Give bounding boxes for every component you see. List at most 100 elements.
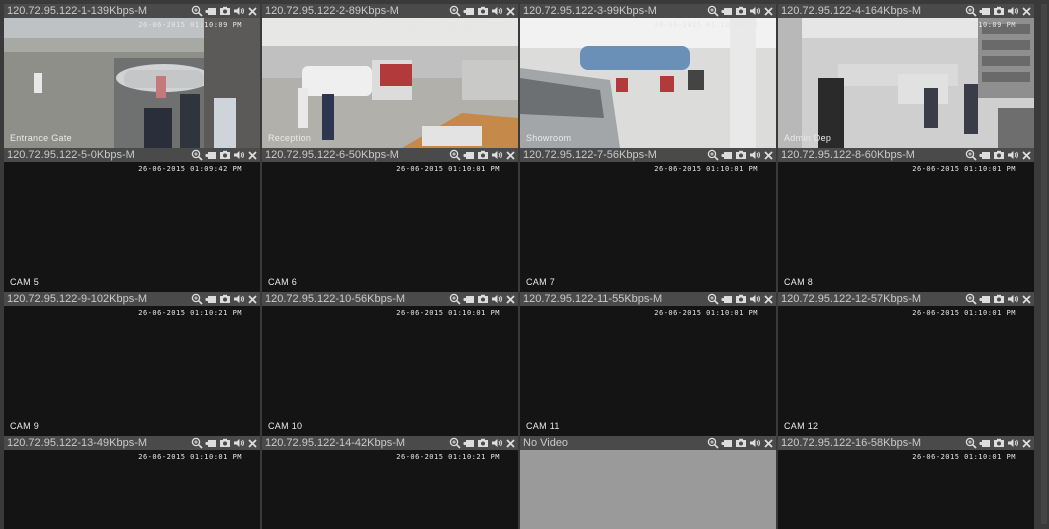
zoom-in-icon[interactable] bbox=[965, 5, 977, 17]
close-icon[interactable] bbox=[1021, 150, 1032, 161]
speaker-icon[interactable] bbox=[749, 5, 761, 17]
snapshot-icon[interactable] bbox=[477, 293, 489, 305]
close-icon[interactable] bbox=[763, 438, 774, 449]
record-icon[interactable] bbox=[979, 293, 991, 305]
zoom-in-icon[interactable] bbox=[965, 437, 977, 449]
camera-tile-11[interactable]: 120.72.95.122-11-55Kbps-M 26-06-2015 01:… bbox=[520, 292, 776, 436]
camera-tile-15[interactable]: No Video bbox=[520, 436, 776, 529]
camera-tile-16[interactable]: 120.72.95.122-16-58Kbps-M 26-06-2015 01:… bbox=[778, 436, 1034, 529]
zoom-in-icon[interactable] bbox=[449, 437, 461, 449]
record-icon[interactable] bbox=[721, 5, 733, 17]
zoom-in-icon[interactable] bbox=[965, 149, 977, 161]
camera-tile-12[interactable]: 120.72.95.122-12-57Kbps-M 26-06-2015 01:… bbox=[778, 292, 1034, 436]
record-icon[interactable] bbox=[463, 5, 475, 17]
snapshot-icon[interactable] bbox=[993, 5, 1005, 17]
record-icon[interactable] bbox=[205, 293, 217, 305]
close-icon[interactable] bbox=[505, 294, 516, 305]
speaker-icon[interactable] bbox=[491, 5, 503, 17]
record-icon[interactable] bbox=[205, 149, 217, 161]
record-icon[interactable] bbox=[205, 5, 217, 17]
record-icon[interactable] bbox=[721, 437, 733, 449]
record-icon[interactable] bbox=[205, 437, 217, 449]
close-icon[interactable] bbox=[763, 6, 774, 17]
camera-tile-2[interactable]: 120.72.95.122-2-89Kbps-M 26-06-2015 01:1… bbox=[262, 4, 518, 148]
camera-tile-3[interactable]: 120.72.95.122-3-99Kbps-M 26-06-2015 01:1… bbox=[520, 4, 776, 148]
camera-tile-4[interactable]: 120.72.95.122-4-164Kbps-M 26-06-2015 01:… bbox=[778, 4, 1034, 148]
snapshot-icon[interactable] bbox=[735, 149, 747, 161]
camera-tile-6[interactable]: 120.72.95.122-6-50Kbps-M 26-06-2015 01:1… bbox=[262, 148, 518, 292]
snapshot-icon[interactable] bbox=[219, 5, 231, 17]
camera-label: CAM 7 bbox=[526, 277, 556, 287]
snapshot-icon[interactable] bbox=[735, 5, 747, 17]
speaker-icon[interactable] bbox=[749, 293, 761, 305]
snapshot-icon[interactable] bbox=[993, 293, 1005, 305]
snapshot-icon[interactable] bbox=[477, 437, 489, 449]
camera-tile-8[interactable]: 120.72.95.122-8-60Kbps-M 26-06-2015 01:1… bbox=[778, 148, 1034, 292]
camera-tile-9[interactable]: 120.72.95.122-9-102Kbps-M 26-06-2015 01:… bbox=[4, 292, 260, 436]
close-icon[interactable] bbox=[1021, 294, 1032, 305]
record-icon[interactable] bbox=[979, 437, 991, 449]
close-icon[interactable] bbox=[1021, 438, 1032, 449]
speaker-icon[interactable] bbox=[491, 149, 503, 161]
zoom-in-icon[interactable] bbox=[191, 293, 203, 305]
speaker-icon[interactable] bbox=[1007, 437, 1019, 449]
speaker-icon[interactable] bbox=[233, 149, 245, 161]
snapshot-icon[interactable] bbox=[477, 5, 489, 17]
speaker-icon[interactable] bbox=[491, 437, 503, 449]
camera-tile-13[interactable]: 120.72.95.122-13-49Kbps-M 26-06-2015 01:… bbox=[4, 436, 260, 529]
speaker-icon[interactable] bbox=[233, 5, 245, 17]
snapshot-icon[interactable] bbox=[219, 149, 231, 161]
camera-tile-7[interactable]: 120.72.95.122-7-56Kbps-M 26-06-2015 01:1… bbox=[520, 148, 776, 292]
speaker-icon[interactable] bbox=[749, 437, 761, 449]
record-icon[interactable] bbox=[463, 437, 475, 449]
camera-tile-1[interactable]: 120.72.95.122-1-139Kbps-M 26-06-2015 01:… bbox=[4, 4, 260, 148]
snapshot-icon[interactable] bbox=[219, 293, 231, 305]
speaker-icon[interactable] bbox=[233, 293, 245, 305]
record-icon[interactable] bbox=[979, 149, 991, 161]
close-icon[interactable] bbox=[247, 150, 258, 161]
record-icon[interactable] bbox=[463, 149, 475, 161]
snapshot-icon[interactable] bbox=[219, 437, 231, 449]
snapshot-icon[interactable] bbox=[993, 149, 1005, 161]
zoom-in-icon[interactable] bbox=[707, 437, 719, 449]
zoom-in-icon[interactable] bbox=[191, 149, 203, 161]
snapshot-icon[interactable] bbox=[735, 293, 747, 305]
speaker-icon[interactable] bbox=[1007, 293, 1019, 305]
record-icon[interactable] bbox=[721, 293, 733, 305]
record-icon[interactable] bbox=[721, 149, 733, 161]
speaker-icon[interactable] bbox=[1007, 5, 1019, 17]
record-icon[interactable] bbox=[979, 5, 991, 17]
speaker-icon[interactable] bbox=[233, 437, 245, 449]
close-icon[interactable] bbox=[763, 150, 774, 161]
speaker-icon[interactable] bbox=[1007, 149, 1019, 161]
close-icon[interactable] bbox=[763, 294, 774, 305]
zoom-in-icon[interactable] bbox=[449, 149, 461, 161]
close-icon[interactable] bbox=[505, 438, 516, 449]
snapshot-icon[interactable] bbox=[477, 149, 489, 161]
zoom-in-icon[interactable] bbox=[707, 149, 719, 161]
record-icon[interactable] bbox=[463, 293, 475, 305]
tile-title: 120.72.95.122-4-164Kbps-M bbox=[781, 5, 922, 17]
speaker-icon[interactable] bbox=[749, 149, 761, 161]
tile-toolbar bbox=[191, 4, 258, 18]
close-icon[interactable] bbox=[247, 294, 258, 305]
zoom-in-icon[interactable] bbox=[191, 5, 203, 17]
snapshot-icon[interactable] bbox=[993, 437, 1005, 449]
zoom-in-icon[interactable] bbox=[707, 5, 719, 17]
zoom-in-icon[interactable] bbox=[449, 293, 461, 305]
zoom-in-icon[interactable] bbox=[191, 437, 203, 449]
close-icon[interactable] bbox=[247, 6, 258, 17]
close-icon[interactable] bbox=[247, 438, 258, 449]
zoom-in-icon[interactable] bbox=[707, 293, 719, 305]
snapshot-icon[interactable] bbox=[735, 437, 747, 449]
camera-tile-5[interactable]: 120.72.95.122-5-0Kbps-M 26-06-2015 01:09… bbox=[4, 148, 260, 292]
close-icon[interactable] bbox=[505, 150, 516, 161]
zoom-in-icon[interactable] bbox=[449, 5, 461, 17]
zoom-in-icon[interactable] bbox=[965, 293, 977, 305]
camera-tile-14[interactable]: 120.72.95.122-14-42Kbps-M 26-06-2015 01:… bbox=[262, 436, 518, 529]
speaker-icon[interactable] bbox=[491, 293, 503, 305]
tile-title-bar: 120.72.95.122-7-56Kbps-M bbox=[520, 148, 776, 162]
camera-tile-10[interactable]: 120.72.95.122-10-56Kbps-M 26-06-2015 01:… bbox=[262, 292, 518, 436]
close-icon[interactable] bbox=[505, 6, 516, 17]
close-icon[interactable] bbox=[1021, 6, 1032, 17]
